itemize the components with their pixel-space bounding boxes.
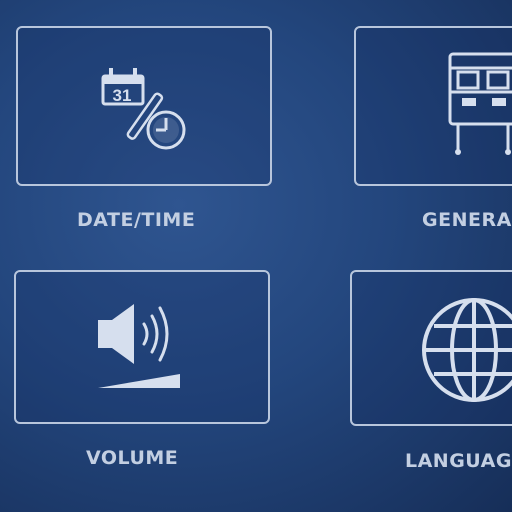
datetime-label: DATE/TIME bbox=[77, 209, 196, 231]
datetime-tile[interactable]: 31 bbox=[16, 26, 272, 186]
globe-icon bbox=[422, 298, 512, 402]
language-label: LANGUAG bbox=[405, 450, 512, 472]
volume-label: VOLUME bbox=[86, 447, 179, 469]
language-tile[interactable] bbox=[350, 270, 512, 426]
calendar-clock-icon: 31 bbox=[101, 68, 186, 150]
settings-menu-screen: 31 DATE/TIME GENERA VOLUME LANGUAG bbox=[0, 0, 512, 512]
speaker-volume-icon bbox=[98, 304, 180, 388]
general-label: GENERA bbox=[422, 209, 512, 231]
volume-tile[interactable] bbox=[14, 270, 270, 424]
general-tile[interactable] bbox=[354, 26, 512, 186]
calendar-day-text: 31 bbox=[113, 86, 132, 105]
general-settings-icon bbox=[448, 52, 512, 155]
